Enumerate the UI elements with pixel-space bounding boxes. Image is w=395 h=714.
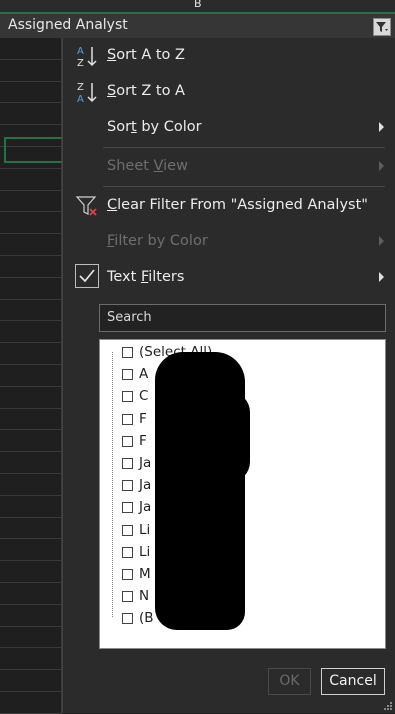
checkbox[interactable] — [122, 435, 133, 447]
autofilter-menu: A Z Sort A to Z Z A Sort Z to A Sort by … — [62, 38, 395, 713]
checkbox[interactable] — [122, 391, 133, 403]
column-letter: B — [194, 0, 202, 10]
sort-z-to-a[interactable]: Z A Sort Z to A — [63, 74, 395, 110]
text-filters[interactable]: Text Filters — [63, 260, 395, 296]
submenu-arrow-icon — [379, 161, 384, 171]
list-item-label: (B — [139, 610, 154, 627]
svg-text:A: A — [77, 46, 84, 57]
tree-lines — [112, 352, 114, 617]
list-item-label: N — [139, 588, 150, 605]
selected-cell[interactable] — [4, 137, 64, 163]
list-item-label: Ja — [139, 455, 152, 471]
checkbox[interactable] — [122, 369, 133, 381]
list-item-label: Ja — [139, 499, 152, 516]
filter-dropdown-button[interactable] — [373, 18, 391, 36]
list-item-label: Ja — [139, 477, 152, 494]
resize-grip-icon[interactable] — [383, 701, 393, 711]
search-input[interactable]: Search — [99, 304, 386, 332]
sort-by-color[interactable]: Sort by Color — [63, 110, 395, 146]
menu-divider — [103, 147, 385, 148]
sort-a-to-z[interactable]: A Z Sort A to Z — [63, 38, 395, 74]
svg-text:Z: Z — [77, 58, 84, 68]
clear-filter[interactable]: Clear Filter From "Assigned Analyst" — [63, 188, 395, 224]
svg-text:Z: Z — [77, 82, 84, 93]
list-item-label: M — [139, 566, 151, 582]
redaction-mark — [200, 392, 250, 482]
checkbox[interactable] — [122, 569, 133, 580]
sort-z-a-icon: Z A — [77, 82, 97, 104]
checkbox[interactable] — [122, 546, 133, 558]
ok-button[interactable]: OK — [268, 668, 311, 695]
list-item-label: F — [139, 432, 147, 449]
column-header[interactable]: B — [0, 0, 395, 14]
value-list[interactable]: (Select All)ACFFJaJaJaLiLiMN(B — [99, 339, 386, 649]
checkbox[interactable] — [122, 502, 133, 514]
submenu-arrow-icon — [379, 122, 384, 132]
checkbox[interactable] — [122, 524, 133, 536]
filter-icon — [376, 22, 388, 32]
submenu-arrow-icon — [379, 272, 384, 282]
submenu-arrow-icon — [379, 236, 384, 246]
cancel-button[interactable]: Cancel — [321, 668, 385, 695]
checkmark-icon — [75, 264, 99, 288]
checkbox[interactable] — [122, 347, 133, 358]
header-cell[interactable]: Assigned Analyst — [0, 14, 395, 39]
list-item-label: C — [139, 388, 149, 405]
checkbox[interactable] — [122, 591, 133, 603]
menu-divider — [103, 186, 385, 187]
svg-text:A: A — [77, 94, 84, 104]
header-cell-text: Assigned Analyst — [8, 17, 128, 33]
list-item-label: F — [139, 410, 147, 427]
sort-a-z-icon: A Z — [77, 46, 97, 68]
list-item-label: A — [139, 366, 149, 383]
checkbox[interactable] — [122, 480, 133, 492]
clear-filter-icon — [75, 196, 97, 216]
list-item-label: Li — [139, 543, 151, 560]
checkbox[interactable] — [122, 458, 133, 469]
checkbox[interactable] — [122, 413, 133, 425]
checkbox[interactable] — [122, 613, 133, 625]
filter-by-color: Filter by Color — [63, 224, 395, 260]
sheet-view: Sheet View — [63, 149, 395, 185]
list-item-label: Li — [139, 521, 151, 538]
